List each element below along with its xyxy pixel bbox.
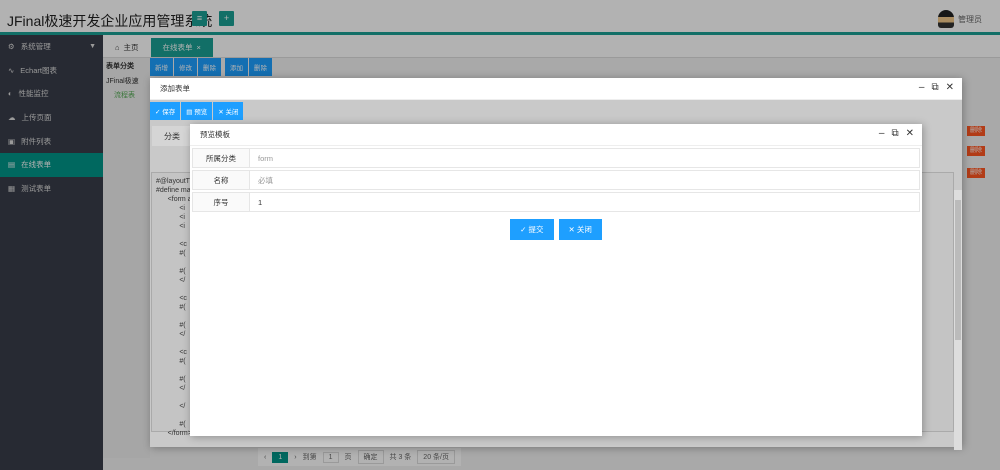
name-input[interactable]: 必填 [250, 171, 919, 189]
label: 预览 [194, 109, 208, 116]
preview-template-dialog: 预览模板 – ⧉ ✕ 所属分类 form 名称 必填 序号 1 ✓ 提交 ✕ 关闭 [190, 124, 922, 436]
category-input[interactable]: form [250, 149, 919, 167]
scrollbar[interactable] [954, 190, 962, 450]
dialog-title: 添加表单 [160, 84, 190, 93]
form-row-name: 名称 必填 [192, 170, 920, 190]
maximize-icon[interactable]: ⧉ [891, 129, 898, 139]
field-label: 名称 [193, 171, 250, 189]
close-button[interactable]: ✕ 关闭 [558, 219, 602, 240]
form-row-order: 序号 1 [192, 192, 920, 212]
minimize-icon[interactable]: – [919, 83, 925, 93]
field-label: 序号 [193, 193, 250, 211]
check-icon: ✓ [520, 225, 527, 234]
close-icon: ✕ [568, 225, 575, 234]
field-label: 所属分类 [193, 149, 250, 167]
order-input[interactable]: 1 [250, 193, 919, 211]
dialog-title-bar: 预览模板 – ⧉ ✕ [190, 124, 922, 146]
dialog-title-bar: 添加表单 – ⧉ ✕ [150, 78, 962, 100]
preview-button[interactable]: ▤ 预览 [181, 102, 213, 120]
dialog-title: 预览模板 [200, 130, 230, 139]
category-label: 分类 [152, 126, 192, 146]
label: 保存 [162, 109, 176, 116]
close-button[interactable]: ✕ 关闭 [213, 102, 244, 120]
form-row-category: 所属分类 form [192, 148, 920, 168]
label: 关闭 [225, 109, 239, 116]
label: 关闭 [576, 225, 592, 234]
maximize-icon[interactable]: ⧉ [931, 83, 938, 93]
save-button[interactable]: ✓ 保存 [150, 102, 181, 120]
label: 提交 [528, 225, 544, 234]
minimize-icon[interactable]: – [879, 129, 885, 139]
close-icon[interactable]: ✕ [906, 129, 914, 139]
close-icon[interactable]: ✕ [946, 83, 954, 93]
submit-button[interactable]: ✓ 提交 [510, 219, 554, 240]
